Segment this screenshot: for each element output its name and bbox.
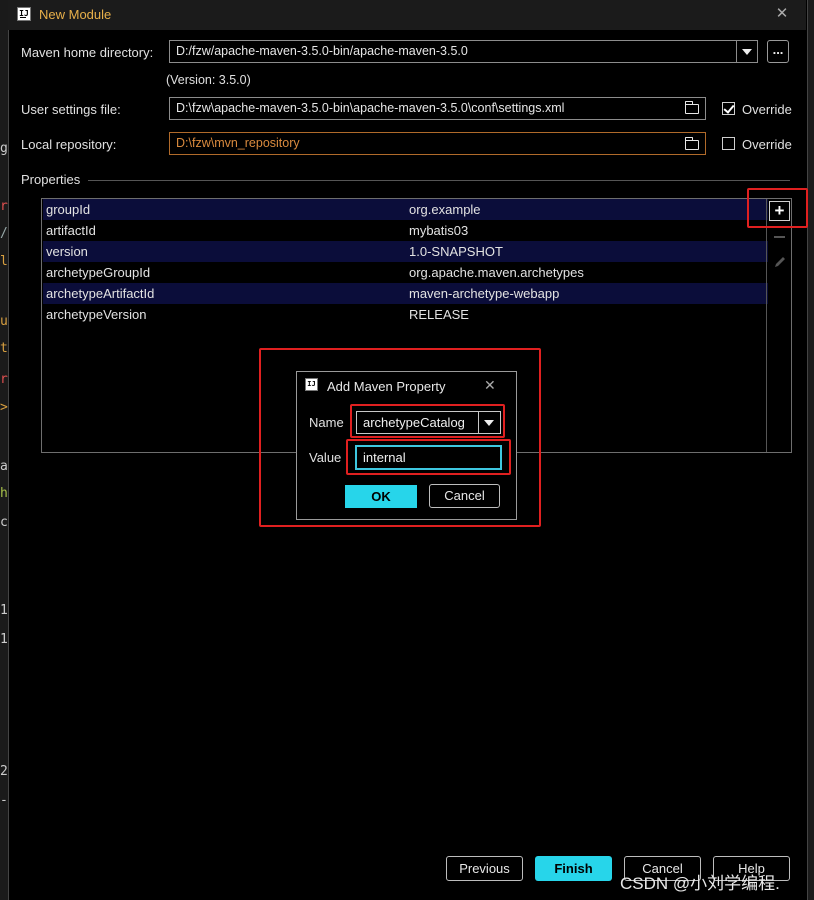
table-row[interactable]: version 1.0-SNAPSHOT xyxy=(43,241,768,262)
value-label: Value xyxy=(309,450,342,465)
user-settings-input[interactable]: D:\fzw\apache-maven-3.5.0-bin\apache-mav… xyxy=(169,97,706,120)
table-row[interactable]: archetypeGroupId org.apache.maven.archety… xyxy=(43,262,768,283)
chevron-down-icon xyxy=(484,420,494,426)
properties-section-label: Properties xyxy=(21,172,81,187)
name-dropdown-button[interactable] xyxy=(479,412,500,433)
close-icon[interactable]: ✕ xyxy=(773,5,791,23)
ok-button[interactable]: OK xyxy=(345,485,417,508)
title-bar xyxy=(8,0,806,30)
table-row[interactable]: archetypeVersion RELEASE xyxy=(43,304,768,325)
local-repo-input[interactable]: D:\fzw\mvn_repository xyxy=(169,132,706,155)
checkmark-icon xyxy=(723,102,735,114)
maven-home-label: Maven home directory: xyxy=(21,45,154,60)
name-label: Name xyxy=(309,415,344,430)
section-divider xyxy=(88,180,790,181)
previous-button[interactable]: Previous xyxy=(446,856,523,881)
local-repo-override-checkbox[interactable] xyxy=(722,137,735,150)
table-row[interactable]: groupId org.example xyxy=(43,199,768,220)
remove-property-icon[interactable] xyxy=(774,236,785,238)
table-row[interactable]: artifactId mybatis03 xyxy=(43,220,768,241)
highlight-add-button-box xyxy=(747,188,808,228)
finish-button[interactable]: Finish xyxy=(535,856,612,881)
table-row[interactable]: archetypeArtifactId maven-archetype-webap… xyxy=(43,283,768,304)
dialog-cancel-button[interactable]: Cancel xyxy=(429,484,500,508)
name-combo-value: archetypeCatalog xyxy=(363,415,465,430)
maven-version-note: (Version: 3.5.0) xyxy=(166,73,251,87)
dialog-title: Add Maven Property xyxy=(327,379,446,394)
intellij-icon: IJ xyxy=(305,378,318,391)
close-icon[interactable]: ✕ xyxy=(484,377,496,394)
edit-property-icon[interactable] xyxy=(773,255,787,269)
intellij-icon: IJ xyxy=(17,7,31,21)
browse-button[interactable]: ... xyxy=(767,40,789,63)
table-toolbar-divider xyxy=(766,199,767,452)
value-input-text: internal xyxy=(363,450,406,465)
local-repo-label: Local repository: xyxy=(21,137,117,152)
local-repo-override-label: Override xyxy=(742,137,792,152)
user-settings-override-checkbox[interactable] xyxy=(722,102,735,115)
folder-icon[interactable] xyxy=(685,101,699,114)
maven-home-dropdown-button[interactable] xyxy=(736,40,758,63)
window-title: New Module xyxy=(39,7,112,22)
user-settings-override-label: Override xyxy=(742,102,792,117)
chevron-down-icon xyxy=(742,49,752,55)
folder-icon[interactable] xyxy=(685,137,699,150)
user-settings-label: User settings file: xyxy=(21,102,121,117)
maven-home-combo[interactable]: D:/fzw/apache-maven-3.5.0-bin/apache-mav… xyxy=(169,40,737,63)
watermark: CSDN @小刘学编程. xyxy=(620,874,780,893)
